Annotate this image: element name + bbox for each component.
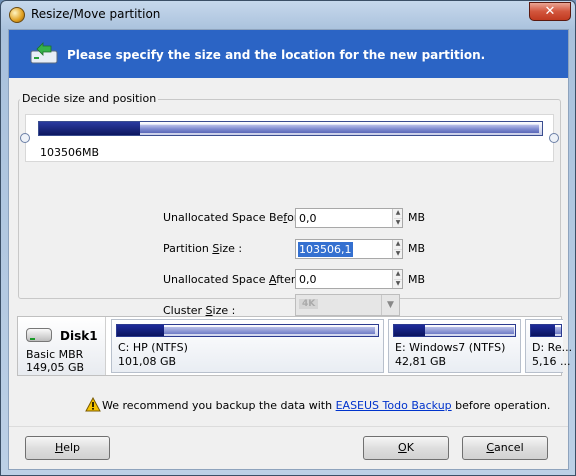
cancel-button[interactable]: Cancel: [462, 436, 548, 460]
partition-wizard-icon: [30, 42, 58, 64]
resize-move-dialog: Resize/Move partition ✕ Please specify t…: [0, 0, 576, 476]
unalloc-before-unit: MB: [408, 211, 426, 224]
cluster-size-select[interactable]: 4K ▼: [295, 294, 400, 316]
warning-text: We recommend you backup the data with EA…: [102, 399, 551, 412]
spin-down-icon[interactable]: ▼: [394, 249, 402, 257]
spin-up-icon[interactable]: ▲: [394, 270, 402, 278]
unalloc-after-input[interactable]: 0,0 ▲ ▼: [295, 269, 403, 289]
partition-card[interactable]: C: HP (NTFS) 101,08 GB: [111, 319, 384, 373]
unalloc-before-label: Unallocated Space Before:: [163, 211, 309, 224]
partition-size-unit: MB: [408, 242, 426, 255]
group-label: Decide size and position: [20, 92, 159, 105]
partition-free-fill: [163, 327, 376, 334]
right-resize-handle[interactable]: [549, 133, 559, 143]
partition-used-fill: [394, 325, 426, 336]
unalloc-after-unit: MB: [408, 273, 426, 286]
disk-map: Disk1 Basic MBR 149,05 GB C: HP (NTFS) 1…: [17, 316, 572, 376]
easeus-todo-backup-link[interactable]: EASEUS Todo Backup: [336, 399, 452, 412]
disk-info: Disk1 Basic MBR 149,05 GB: [18, 317, 106, 375]
partition-size-spinner[interactable]: ▲ ▼: [392, 240, 402, 258]
spin-down-icon[interactable]: ▼: [394, 279, 402, 287]
close-button[interactable]: ✕: [529, 2, 571, 21]
partition-size-panel: 103506MB: [25, 114, 554, 162]
disk-name: Disk1: [60, 329, 98, 343]
warning-icon: [85, 397, 101, 412]
banner-text: Please specify the size and the location…: [67, 48, 486, 62]
partition-card[interactable]: D: Re... 5,16 ...: [525, 319, 572, 373]
title-bar[interactable]: Resize/Move partition ✕: [1, 1, 575, 29]
partition-free-fill: [425, 327, 514, 334]
spin-down-icon[interactable]: ▼: [394, 218, 402, 226]
partition-usage-bar: [393, 324, 516, 337]
spin-up-icon[interactable]: ▲: [394, 240, 402, 248]
partition-card[interactable]: E: Windows7 (NTFS) 42,81 GB: [388, 319, 521, 373]
window-title: Resize/Move partition: [31, 7, 161, 21]
partition-size-value: 103506,1: [298, 242, 353, 257]
partition-size-field-label: Partition Size :: [163, 242, 243, 255]
partition-free-fill: [139, 124, 539, 133]
ok-button[interactable]: OK: [363, 436, 449, 460]
header-banner: Please specify the size and the location…: [9, 30, 568, 78]
chevron-down-icon[interactable]: ▼: [381, 295, 399, 315]
spin-up-icon[interactable]: ▲: [394, 209, 402, 217]
partition-used-fill: [531, 325, 555, 336]
unalloc-before-input[interactable]: 0,0 ▲ ▼: [295, 208, 403, 228]
partition-free-fill: [555, 327, 561, 334]
partition-size: 42,81 GB: [395, 355, 447, 368]
dialog-body: Please specify the size and the location…: [8, 29, 572, 470]
partition-size: 101,08 GB: [118, 355, 177, 368]
unalloc-before-value: 0,0: [299, 212, 317, 225]
partition-name: E: Windows7 (NTFS): [395, 341, 506, 354]
partition-name: D: Re...: [532, 341, 573, 354]
partition-size-input[interactable]: 103506,1 ▲ ▼: [295, 239, 403, 259]
partition-resize-bar[interactable]: [38, 121, 543, 136]
app-icon: [9, 7, 25, 23]
partition-usage-bar: [530, 324, 562, 337]
unalloc-after-spinner[interactable]: ▲ ▼: [392, 270, 402, 288]
button-separator: [9, 426, 568, 427]
unalloc-before-spinner[interactable]: ▲ ▼: [392, 209, 402, 227]
size-position-group: Decide size and position 103506MB Unallo…: [18, 92, 561, 317]
disk-type: Basic MBR: [26, 348, 84, 361]
partition-used-fill: [39, 122, 140, 135]
partition-usage-bar: [116, 324, 379, 337]
disk-capacity: 149,05 GB: [26, 361, 85, 374]
hard-disk-icon: [26, 328, 52, 342]
partition-size-label: 103506MB: [40, 146, 100, 159]
unalloc-after-value: 0,0: [299, 273, 317, 286]
help-button[interactable]: Help: [25, 436, 110, 460]
partition-size: 5,16 ...: [532, 355, 571, 368]
partition-name: C: HP (NTFS): [118, 341, 188, 354]
unalloc-after-label: Unallocated Space After:: [163, 273, 299, 286]
partition-used-fill: [117, 325, 164, 336]
cluster-size-value: 4K: [299, 299, 319, 309]
left-resize-handle[interactable]: [20, 133, 30, 143]
